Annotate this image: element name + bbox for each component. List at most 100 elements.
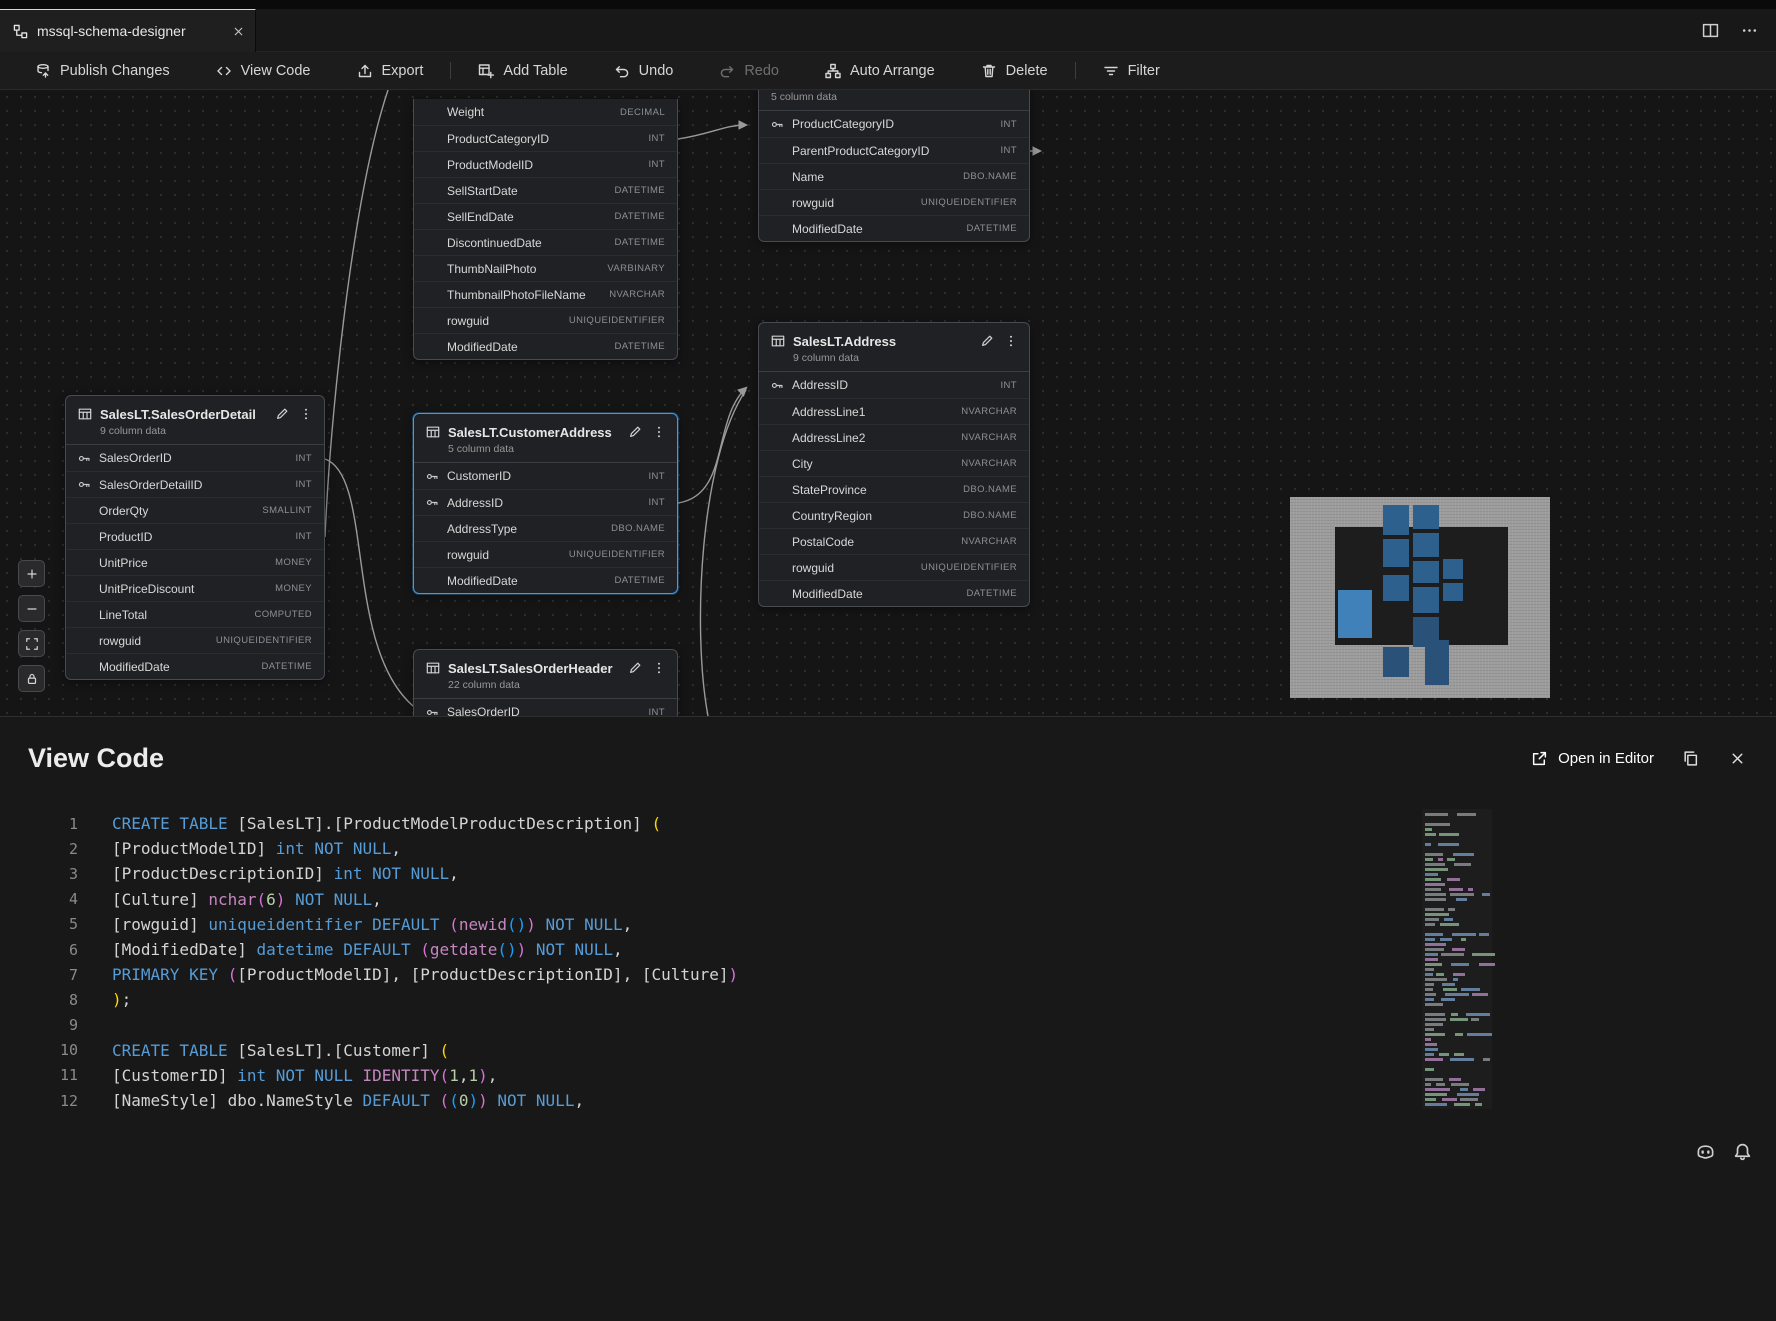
node-title: SalesLT.Address — [793, 334, 971, 349]
zoom-in-button[interactable] — [18, 560, 45, 587]
code-minimap-bar — [1467, 1033, 1492, 1036]
column-name: ProductCategoryID — [792, 117, 894, 131]
tabbar-actions — [1702, 9, 1758, 52]
table-node-sales-order-header[interactable]: SalesLT.SalesOrderHeader22 column dataSa… — [413, 649, 678, 716]
table-menu-button[interactable] — [651, 660, 667, 676]
edit-table-button[interactable] — [979, 333, 995, 349]
toolbar-publish-changes-button[interactable]: Publish Changes — [25, 58, 180, 84]
minimap-table-tile — [1383, 575, 1409, 601]
code-minimap-bar — [1425, 1038, 1431, 1041]
code-minimap-bar — [1425, 933, 1443, 936]
column-type: DATETIME — [966, 588, 1017, 599]
table-menu-button[interactable] — [1003, 333, 1019, 349]
column-type: INT — [648, 159, 665, 170]
toolbar-auto-arrange-button[interactable]: Auto Arrange — [815, 58, 945, 84]
edit-table-button[interactable] — [627, 424, 643, 440]
code-text: [CustomerID] int NOT NULL IDENTITY(1,1), — [78, 1066, 497, 1085]
tab-close-button[interactable] — [232, 25, 245, 38]
pencil-icon — [275, 407, 289, 421]
undo-icon — [614, 63, 630, 79]
code-minimap-bar — [1425, 863, 1445, 866]
column-type: UNIQUEIDENTIFIER — [569, 315, 665, 326]
table-node-sales-order-detail[interactable]: SalesLT.SalesOrderDetail9 column dataSal… — [65, 395, 325, 680]
column-type: INT — [295, 453, 312, 464]
zoom-controls — [18, 560, 45, 692]
open-in-editor-button[interactable]: Open in Editor — [1531, 750, 1654, 767]
code-minimap[interactable] — [1422, 809, 1492, 1109]
column-type: INT — [1000, 380, 1017, 391]
minimap-table-tile — [1413, 533, 1439, 557]
line-number: 7 — [0, 966, 78, 984]
table-node-customer-address[interactable]: SalesLT.CustomerAddress5 column dataCust… — [413, 413, 678, 594]
schema-canvas[interactable]: WeightDECIMALProductCategoryIDINTProduct… — [0, 90, 1776, 716]
column-type: VARBINARY — [607, 263, 665, 274]
edit-table-button[interactable] — [627, 660, 643, 676]
column-name: Name — [792, 170, 824, 184]
table-node-product-category[interactable]: 5 column dataProductCategoryIDINTParentP… — [758, 90, 1030, 242]
column-type: DATETIME — [614, 341, 665, 352]
edit-table-button[interactable] — [274, 406, 290, 422]
more-actions-button[interactable] — [1741, 22, 1758, 39]
node-subtitle: 9 column data — [66, 424, 324, 445]
code-line: 3[ProductDescriptionID] int NOT NULL, — [0, 861, 1776, 886]
code-minimap-bar — [1450, 893, 1474, 896]
zoom-out-button[interactable] — [18, 595, 45, 622]
publish-icon — [35, 63, 51, 79]
toolbar-delete-button[interactable]: Delete — [971, 58, 1058, 84]
code-minimap-bar — [1425, 953, 1438, 956]
table-row: AddressIDINT — [414, 489, 677, 515]
code-minimap-bar — [1425, 1028, 1434, 1031]
code-minimap-bar — [1425, 1098, 1436, 1101]
minimap-table-tile — [1425, 640, 1449, 685]
toolbar-redo-button[interactable]: Redo — [709, 58, 789, 84]
code-minimap-bar — [1455, 1033, 1463, 1036]
table-row: ProductCategoryIDINT — [759, 111, 1029, 137]
split-editor-button[interactable] — [1702, 22, 1719, 39]
toolbar-view-code-button[interactable]: View Code — [206, 58, 321, 84]
column-type: DATETIME — [261, 661, 312, 672]
tab-mssql-schema-designer[interactable]: mssql-schema-designer — [0, 9, 256, 52]
toolbar-export-button[interactable]: Export — [347, 58, 434, 84]
toolbar-add-table-button[interactable]: Add Table — [468, 58, 577, 84]
bell-icon — [1733, 1142, 1752, 1161]
code-minimap-bar — [1454, 1103, 1470, 1106]
code-panel-header: View Code Open in Editor — [0, 717, 1776, 774]
code-minimap-bar — [1448, 908, 1455, 911]
code-minimap-bar — [1456, 898, 1468, 901]
toolbar-label: Undo — [639, 63, 674, 79]
column-type: INT — [648, 133, 665, 144]
toolbar-filter-button[interactable]: Filter — [1093, 58, 1170, 84]
primary-key-slot — [426, 706, 441, 717]
pencil-icon — [628, 661, 642, 675]
code-minimap-bar — [1457, 813, 1476, 816]
code-line: 5[rowguid] uniqueidentifier DEFAULT (new… — [0, 912, 1776, 937]
close-panel-button[interactable] — [1727, 748, 1748, 769]
kebab-icon — [1004, 334, 1018, 348]
toolbar-undo-button[interactable]: Undo — [604, 58, 684, 84]
toolbar: Publish Changes View Code Export Add Table U… — [0, 52, 1776, 90]
column-name: ProductCategoryID — [447, 132, 549, 146]
code-minimap-bar — [1461, 988, 1480, 991]
copy-code-button[interactable] — [1680, 748, 1701, 769]
lock-icon — [25, 672, 39, 686]
table-menu-button[interactable] — [651, 424, 667, 440]
diagram-minimap[interactable] — [1290, 497, 1550, 698]
code-minimap-bar — [1461, 938, 1466, 941]
code-line: 1CREATE TABLE [SalesLT].[ProductModelPro… — [0, 811, 1776, 836]
fit-screen-icon — [25, 637, 39, 651]
fit-view-button[interactable] — [18, 630, 45, 657]
code-line: 11[CustomerID] int NOT NULL IDENTITY(1,1… — [0, 1063, 1776, 1088]
code-minimap-bar — [1468, 888, 1473, 891]
code-minimap-bar — [1425, 963, 1442, 966]
table-menu-button[interactable] — [298, 406, 314, 422]
copilot-button[interactable] — [1696, 1142, 1715, 1161]
lock-button[interactable] — [18, 665, 45, 692]
table-node-product[interactable]: WeightDECIMALProductCategoryIDINTProduct… — [413, 99, 678, 360]
column-type: DATETIME — [614, 185, 665, 196]
table-node-address[interactable]: SalesLT.Address9 column dataAddressIDINT… — [758, 322, 1030, 607]
toolbar-label: Redo — [744, 63, 779, 79]
code-minimap-bar — [1425, 1043, 1437, 1046]
line-number: 3 — [0, 865, 78, 883]
column-type: INT — [295, 479, 312, 490]
bell-button[interactable] — [1733, 1142, 1752, 1161]
